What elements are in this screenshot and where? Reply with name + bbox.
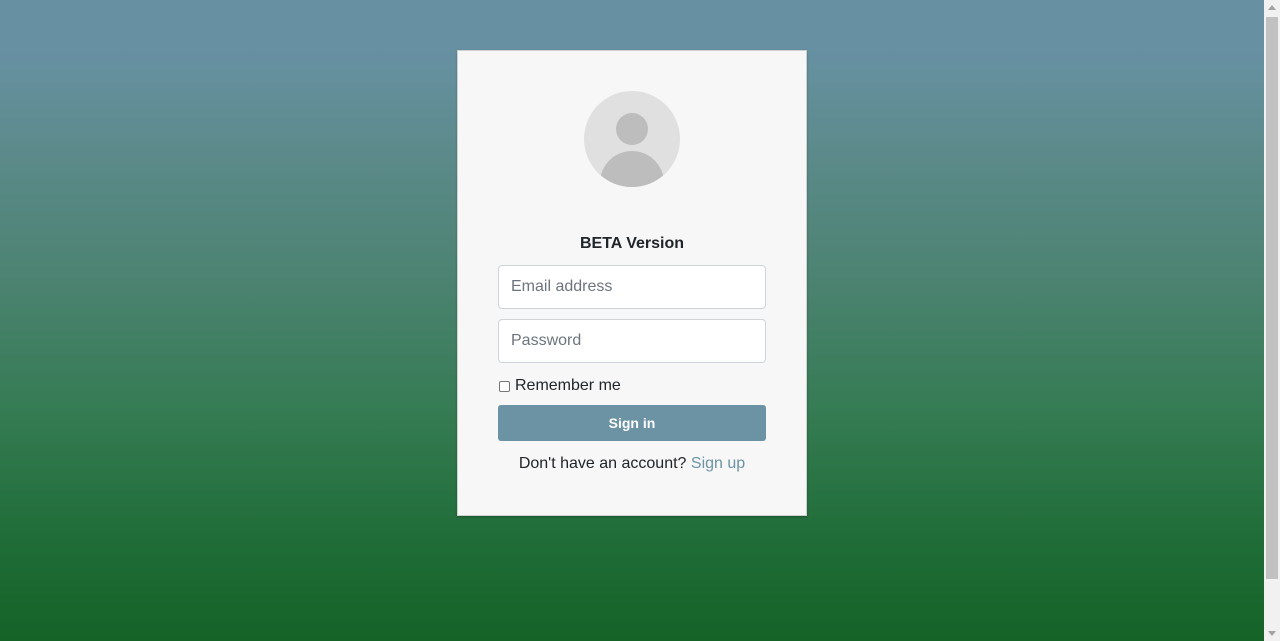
sign-in-button[interactable]: Sign in bbox=[498, 405, 766, 441]
vertical-scrollbar[interactable] bbox=[1264, 0, 1280, 641]
avatar-head bbox=[616, 113, 648, 145]
signup-row: Don't have an account? Sign up bbox=[458, 453, 806, 475]
email-input[interactable] bbox=[498, 265, 766, 309]
remember-me[interactable]: Remember me bbox=[498, 375, 621, 397]
avatar-body bbox=[600, 151, 664, 187]
signup-prompt: Don't have an account? bbox=[518, 455, 691, 472]
scroll-down-arrow-icon[interactable] bbox=[1268, 631, 1276, 636]
remember-me-checkbox[interactable] bbox=[499, 380, 510, 392]
scroll-up-arrow-icon[interactable] bbox=[1268, 5, 1276, 10]
top-band bbox=[0, 0, 1264, 50]
login-card: BETA Version Remember me Sign in Don't h… bbox=[457, 50, 807, 516]
remember-me-label[interactable]: Remember me bbox=[515, 375, 621, 397]
form-title: BETA Version bbox=[579, 235, 685, 252]
sign-up-link[interactable]: Sign up bbox=[691, 455, 745, 472]
user-avatar-icon bbox=[584, 91, 680, 187]
password-input[interactable] bbox=[498, 319, 766, 363]
scrollbar-thumb[interactable] bbox=[1266, 17, 1278, 579]
